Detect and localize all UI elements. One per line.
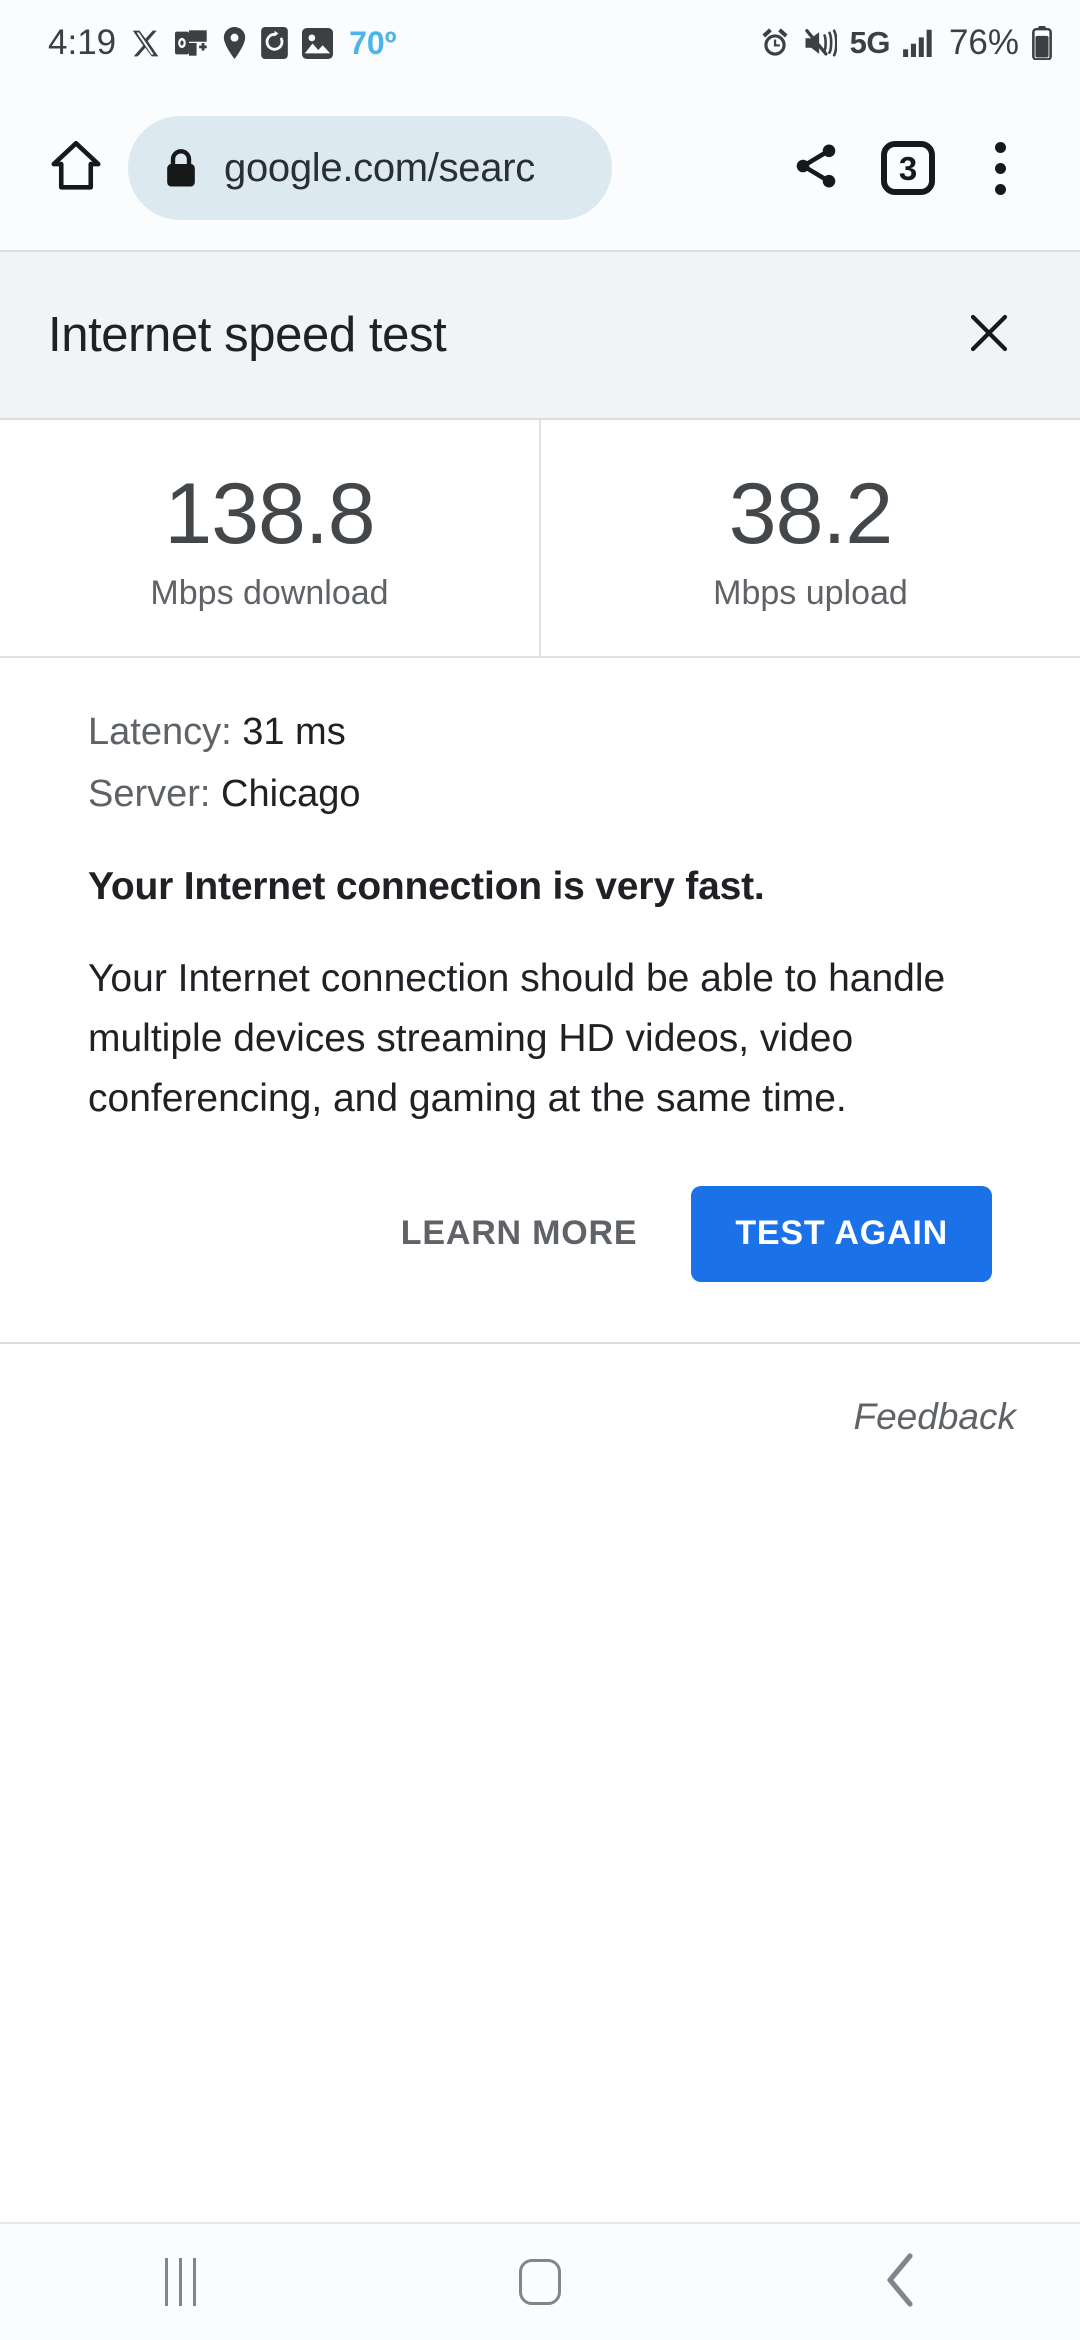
download-value: 138.8 bbox=[164, 466, 375, 563]
status-bar-right: 5G 76% bbox=[759, 23, 1052, 63]
home-button[interactable] bbox=[34, 126, 118, 210]
server-label: Server: bbox=[88, 773, 211, 816]
x-twitter-icon bbox=[130, 28, 161, 59]
upload-value: 38.2 bbox=[728, 466, 893, 563]
action-button-row: LEARN MORE TEST AGAIN bbox=[0, 1130, 1080, 1282]
android-nav-bar bbox=[0, 2222, 1080, 2340]
recents-button[interactable] bbox=[90, 2223, 270, 2340]
latency-label: Latency: bbox=[88, 711, 232, 753]
share-icon bbox=[790, 140, 842, 197]
mute-vibrate-icon bbox=[804, 28, 837, 58]
upload-label: Mbps upload bbox=[713, 573, 908, 612]
test-again-button[interactable]: TEST AGAIN bbox=[691, 1185, 992, 1282]
connection-description: Your Internet connection should be able … bbox=[88, 956, 946, 1121]
recents-icon bbox=[164, 2258, 196, 2306]
download-result-cell: 138.8 Mbps download bbox=[0, 420, 541, 656]
toolbar-actions: 3 bbox=[770, 122, 1046, 214]
speed-test-header: Internet speed test bbox=[0, 250, 1080, 420]
connection-verdict: Your Internet connection is very fast. bbox=[88, 864, 765, 908]
status-bar-left: 4:19 70º bbox=[48, 23, 396, 63]
upload-result-cell: 38.2 Mbps upload bbox=[541, 420, 1080, 656]
browser-menu-button[interactable] bbox=[954, 122, 1046, 214]
url-bar[interactable]: google.com/searc bbox=[128, 116, 612, 220]
feedback-row: Feedback bbox=[0, 1344, 1080, 1438]
location-pin-icon bbox=[222, 27, 247, 59]
server-value: Chicago bbox=[221, 773, 361, 816]
tab-counter-box: 3 bbox=[881, 141, 935, 195]
network-type-label: 5G bbox=[849, 25, 891, 60]
latency-value: 31 ms bbox=[242, 711, 346, 753]
alarm-icon bbox=[759, 27, 791, 59]
home-icon bbox=[47, 137, 105, 200]
url-text: google.com/searc bbox=[224, 145, 535, 190]
status-temperature: 70º bbox=[349, 24, 397, 61]
phone-screen: 4:19 70º 5G 76% google.com/searc 3 Inter… bbox=[0, 0, 1080, 2340]
share-button[interactable] bbox=[770, 122, 862, 214]
photos-icon bbox=[302, 27, 334, 59]
server-row: Server: Chicago bbox=[88, 774, 1028, 814]
page-blank-area bbox=[0, 1437, 1080, 2222]
more-vertical-icon bbox=[994, 141, 1006, 195]
tab-count-label: 3 bbox=[898, 149, 918, 187]
download-label: Mbps download bbox=[150, 573, 389, 612]
status-bar: 4:19 70º 5G 76% bbox=[0, 0, 1080, 86]
battery-percent-label: 76% bbox=[948, 23, 1019, 62]
url-fade-overlay bbox=[554, 116, 612, 220]
home-nav-button[interactable] bbox=[450, 2223, 630, 2340]
learn-more-button[interactable]: LEARN MORE bbox=[391, 1192, 648, 1275]
outlook-icon bbox=[175, 28, 208, 58]
lock-icon bbox=[164, 148, 198, 188]
feedback-link[interactable]: Feedback bbox=[854, 1396, 1017, 1438]
close-button[interactable] bbox=[946, 292, 1032, 378]
battery-icon bbox=[1032, 26, 1052, 60]
latency-row: Latency: 31 ms bbox=[88, 712, 1028, 752]
tab-counter-button[interactable]: 3 bbox=[862, 122, 954, 214]
screen-timer-icon bbox=[261, 27, 288, 59]
browser-toolbar: google.com/searc 3 bbox=[0, 86, 1080, 250]
back-chevron-icon bbox=[880, 2252, 920, 2313]
speed-test-details: Latency: 31 ms Server: Chicago Your Inte… bbox=[0, 658, 1080, 1130]
status-clock: 4:19 bbox=[48, 23, 117, 62]
signal-bars-icon bbox=[903, 29, 934, 57]
home-button-icon bbox=[519, 2259, 561, 2305]
page-title: Internet speed test bbox=[48, 308, 447, 362]
speed-results-row: 138.8 Mbps download 38.2 Mbps upload bbox=[0, 420, 1080, 658]
close-icon bbox=[965, 309, 1013, 362]
back-button[interactable] bbox=[810, 2223, 990, 2340]
